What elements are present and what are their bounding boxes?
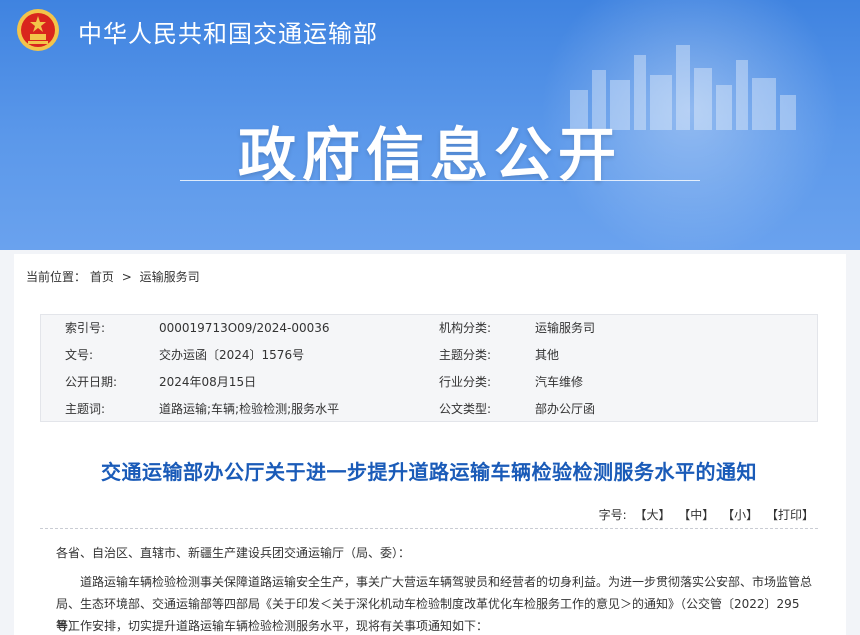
document-number-label: 文号: [65, 348, 94, 362]
breadcrumb: 当前位置： 首页 > 运输服务司 [26, 268, 200, 285]
header-banner: 中华人民共和国交通运输部 政府信息公开 [0, 0, 860, 250]
publish-date-label: 公开日期: [65, 375, 118, 389]
index-number-value: 000019713O09/2024-00036 [159, 321, 330, 335]
document-paragraph-line-1: 道路运输车辆检验检测事关保障道路运输安全生产，事关广大营运车辆驾驶员和经营者的切… [80, 575, 813, 589]
breadcrumb-prefix: 当前位置： [26, 270, 87, 284]
font-size-small-button[interactable]: 【小】 [722, 508, 758, 522]
document-title: 交通运输部办公厅关于进一步提升道路运输车辆检验检测服务水平的通知 [101, 460, 757, 484]
content-divider [40, 528, 818, 529]
print-button[interactable]: 【打印】 [766, 508, 814, 522]
document-paragraph-line-3: 等工作安排，切实提升道路运输车辆检验检测服务水平，现将有关事项通知如下： [56, 619, 489, 633]
info-row: 索引号: 000019713O09/2024-00036 机构分类: 运输服务司 [41, 315, 817, 342]
industry-category-value: 汽车维修 [535, 375, 584, 389]
ministry-name[interactable]: 中华人民共和国交通运输部 [78, 14, 378, 49]
font-size-medium-button[interactable]: 【中】 [678, 508, 714, 522]
keywords-value: 道路运输;车辆;检验检测;服务水平 [159, 402, 340, 416]
document-type-value: 部办公厅函 [535, 402, 596, 416]
document-number-value: 交办运函〔2024〕1576号 [159, 348, 305, 362]
document-type-label: 公文类型: [439, 402, 492, 416]
publish-date-value: 2024年08月15日 [159, 375, 257, 389]
font-size-label: 字号: [598, 508, 627, 522]
info-row: 文号: 交办运函〔2024〕1576号 主题分类: 其他 [41, 342, 817, 369]
info-row: 公开日期: 2024年08月15日 行业分类: 汽车维修 [41, 369, 817, 396]
national-emblem-icon[interactable] [16, 8, 60, 52]
breadcrumb-transport-service-link[interactable]: 运输服务司 [140, 270, 200, 284]
organization-category-value: 运输服务司 [535, 321, 596, 335]
keywords-label: 主题词: [65, 402, 106, 416]
breadcrumb-home-link[interactable]: 首页 [90, 270, 114, 284]
index-number-label: 索引号: [65, 321, 106, 335]
document-info-table: 索引号: 000019713O09/2024-00036 机构分类: 运输服务司… [40, 314, 818, 422]
organization-category-label: 机构分类: [439, 321, 492, 335]
font-size-controls: 字号: 【大】 【中】 【小】 【打印】 [40, 506, 818, 526]
topic-category-value: 其他 [535, 348, 560, 362]
topic-category-label: 主题分类: [439, 348, 492, 362]
info-row: 主题词: 道路运输;车辆;检验检测;服务水平 公文类型: 部办公厅函 [41, 396, 817, 423]
font-size-large-button[interactable]: 【大】 [634, 508, 670, 522]
document-salutation: 各省、自治区、直辖市、新疆生产建设兵团交通运输厅（局、委）： [56, 546, 411, 560]
title-divider [180, 180, 700, 181]
breadcrumb-separator: > [121, 270, 132, 284]
industry-category-label: 行业分类: [439, 375, 492, 389]
